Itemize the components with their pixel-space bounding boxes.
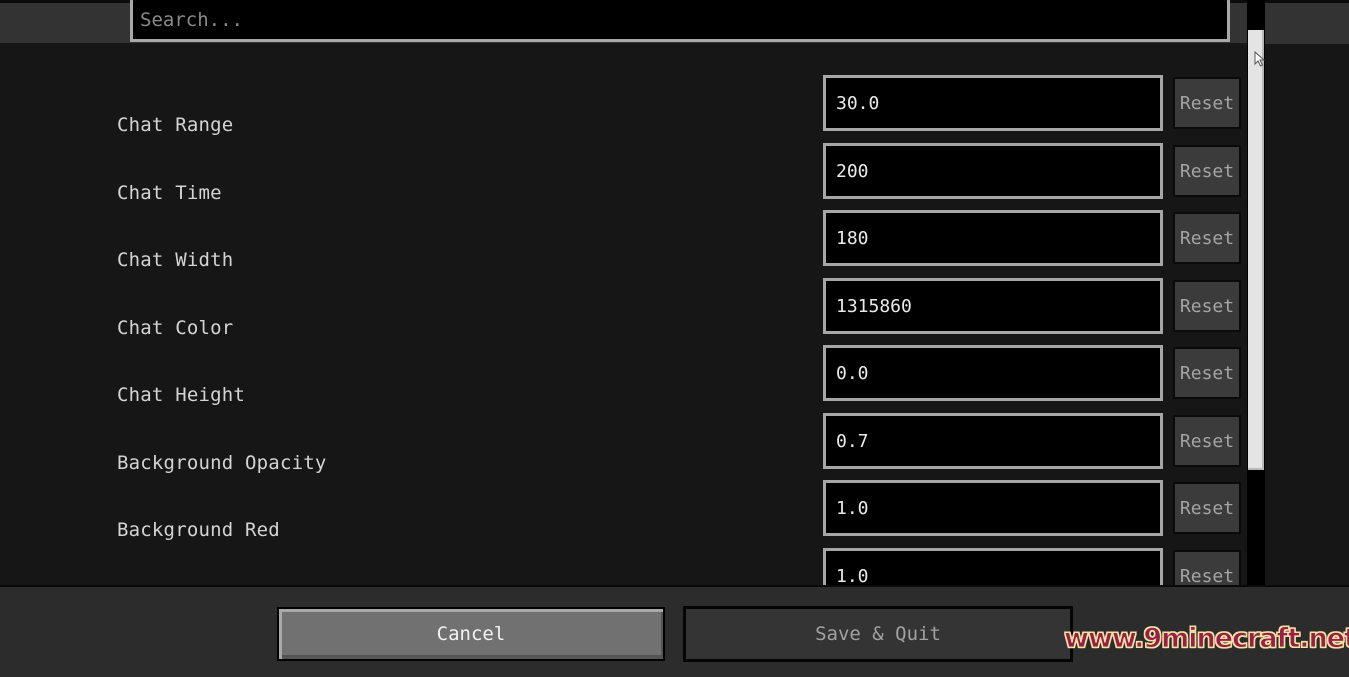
setting-value-input[interactable] <box>836 90 1146 116</box>
setting-label: Chat Width <box>117 249 234 271</box>
setting-value-input[interactable] <box>836 428 1146 454</box>
mouse-pointer-icon <box>1254 50 1266 71</box>
settings-list[interactable]: Chat Range Reset Chat Time Reset Chat Wi… <box>0 44 1349 585</box>
reset-button[interactable]: Reset <box>1173 482 1241 534</box>
search-box[interactable] <box>130 0 1230 42</box>
setting-label: Background Opacity <box>117 452 327 474</box>
setting-value-field[interactable] <box>823 480 1163 536</box>
setting-value-field[interactable] <box>823 143 1163 199</box>
save-and-quit-button[interactable]: Save & Quit <box>683 606 1073 662</box>
setting-value-field[interactable] <box>823 278 1163 334</box>
setting-value-input[interactable] <box>836 293 1146 319</box>
setting-value-field[interactable] <box>823 75 1163 131</box>
reset-button[interactable]: Reset <box>1173 212 1241 264</box>
footer-bar: Cancel Save & Quit www.9minecraft.net <box>0 585 1349 677</box>
setting-value-input[interactable] <box>836 360 1146 386</box>
setting-label: Chat Time <box>117 182 222 204</box>
setting-row-background-green: Background Green Reset <box>0 548 1247 585</box>
watermark-text: www.9minecraft.net <box>1064 623 1349 655</box>
setting-value-input[interactable] <box>836 495 1146 521</box>
reset-button[interactable]: Reset <box>1173 415 1241 467</box>
reset-button[interactable]: Reset <box>1173 280 1241 332</box>
reset-button[interactable]: Reset <box>1173 347 1241 399</box>
setting-label: Chat Height <box>117 384 246 406</box>
setting-label: Chat Range <box>117 114 234 136</box>
setting-value-field[interactable] <box>823 548 1163 585</box>
setting-value-field[interactable] <box>823 345 1163 401</box>
reset-button[interactable]: Reset <box>1173 550 1241 585</box>
setting-value-input[interactable] <box>836 225 1146 251</box>
search-input[interactable] <box>140 5 1210 35</box>
setting-value-input[interactable] <box>836 158 1146 184</box>
setting-value-field[interactable] <box>823 210 1163 266</box>
reset-button[interactable]: Reset <box>1173 145 1241 197</box>
scrollbar-thumb[interactable] <box>1248 30 1264 470</box>
setting-value-field[interactable] <box>823 413 1163 469</box>
header-bar-right <box>1265 0 1349 44</box>
setting-label: Chat Color <box>117 317 234 339</box>
setting-value-input[interactable] <box>836 563 1146 585</box>
cancel-button[interactable]: Cancel <box>277 607 665 661</box>
config-screen: Chat Range Reset Chat Time Reset Chat Wi… <box>0 0 1349 677</box>
reset-button[interactable]: Reset <box>1173 77 1241 129</box>
setting-label: Background Red <box>117 519 280 541</box>
